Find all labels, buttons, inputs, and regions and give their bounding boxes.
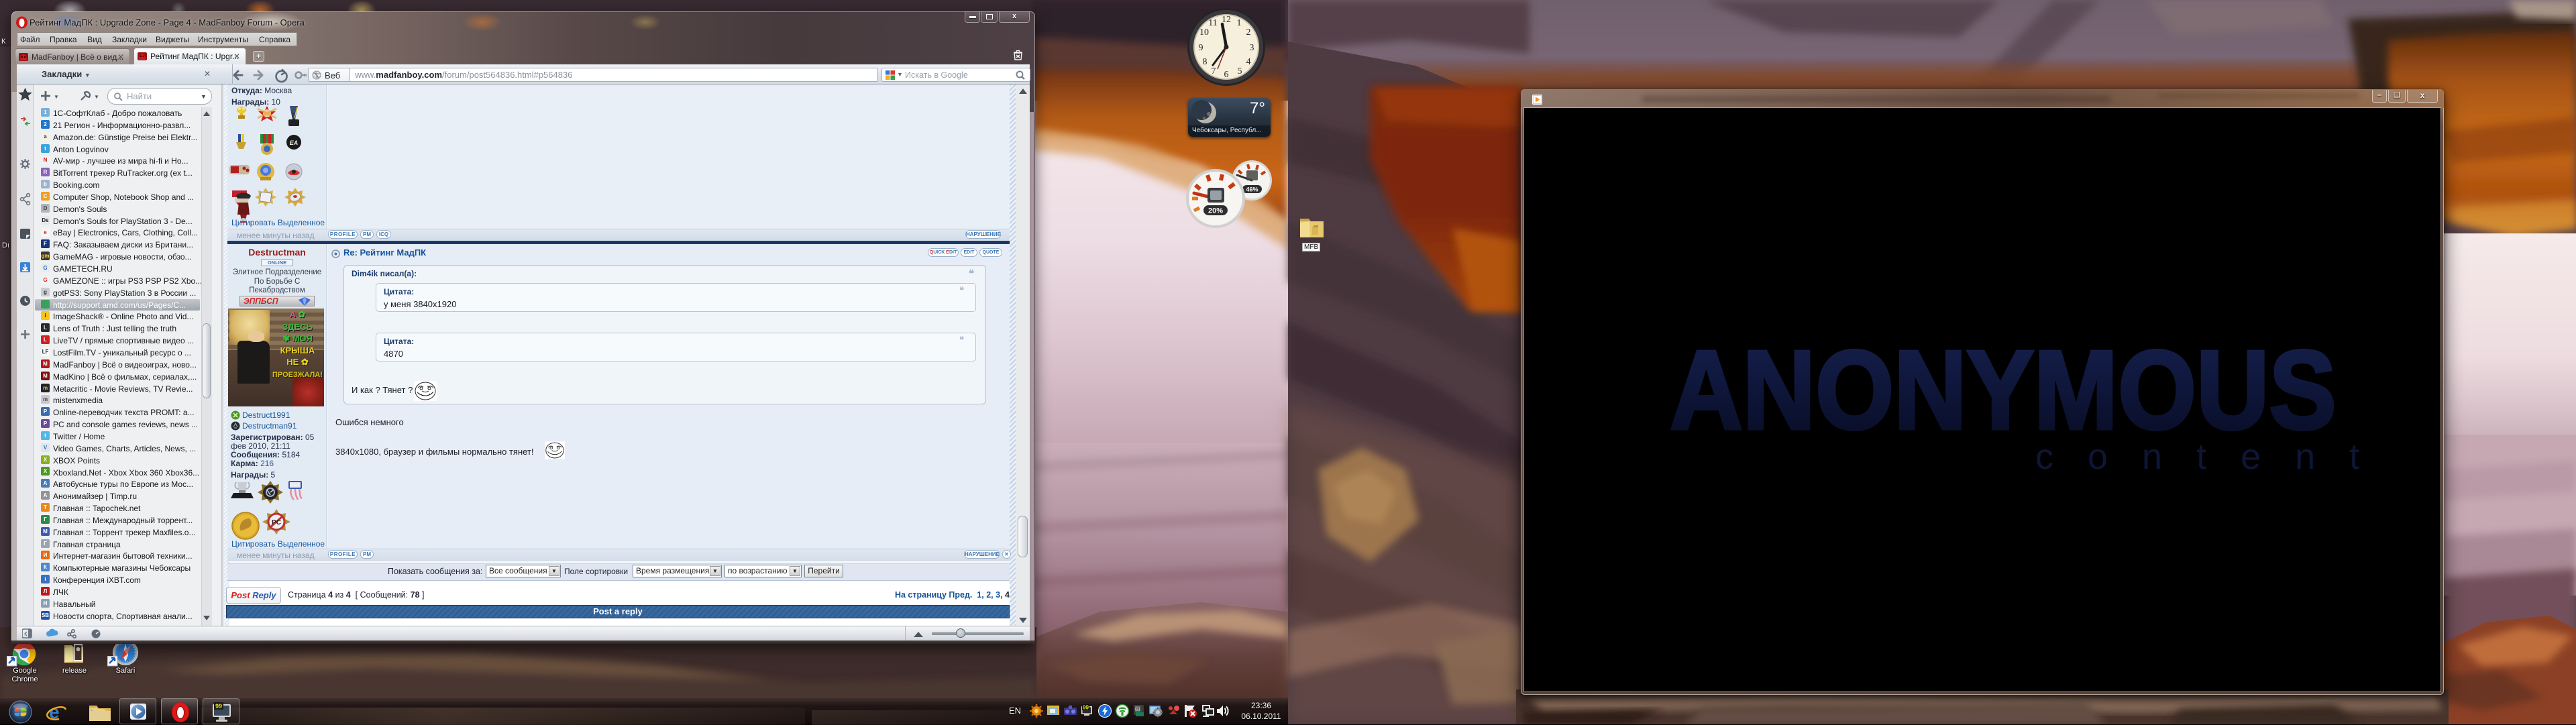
svg-text:G1: G1 [1135,708,1141,712]
svg-text:7: 7 [1212,66,1216,76]
svg-text:2: 2 [1246,27,1251,38]
svg-text:6: 6 [1224,70,1229,80]
svg-text:10: 10 [1199,27,1209,38]
svg-text:EA: EA [290,140,299,146]
svg-text:99: 99 [215,703,222,710]
svg-text:11: 11 [1208,18,1217,28]
svg-text:9: 9 [1199,43,1203,53]
svg-text:4: 4 [1246,57,1251,67]
svg-text:99: 99 [1083,705,1089,711]
svg-text:PC: PC [272,519,281,526]
svg-text:3: 3 [1250,43,1254,53]
svg-text:8: 8 [1203,57,1208,67]
svg-text:5: 5 [1238,66,1242,76]
svg-text:content: content [2035,437,2394,477]
svg-text:1: 1 [1237,18,1242,28]
svg-text:ANONYMOUS: ANONYMOUS [1670,327,2337,453]
svg-text:20%: 20% [1208,207,1223,215]
svg-text:46%: 46% [1246,186,1258,193]
